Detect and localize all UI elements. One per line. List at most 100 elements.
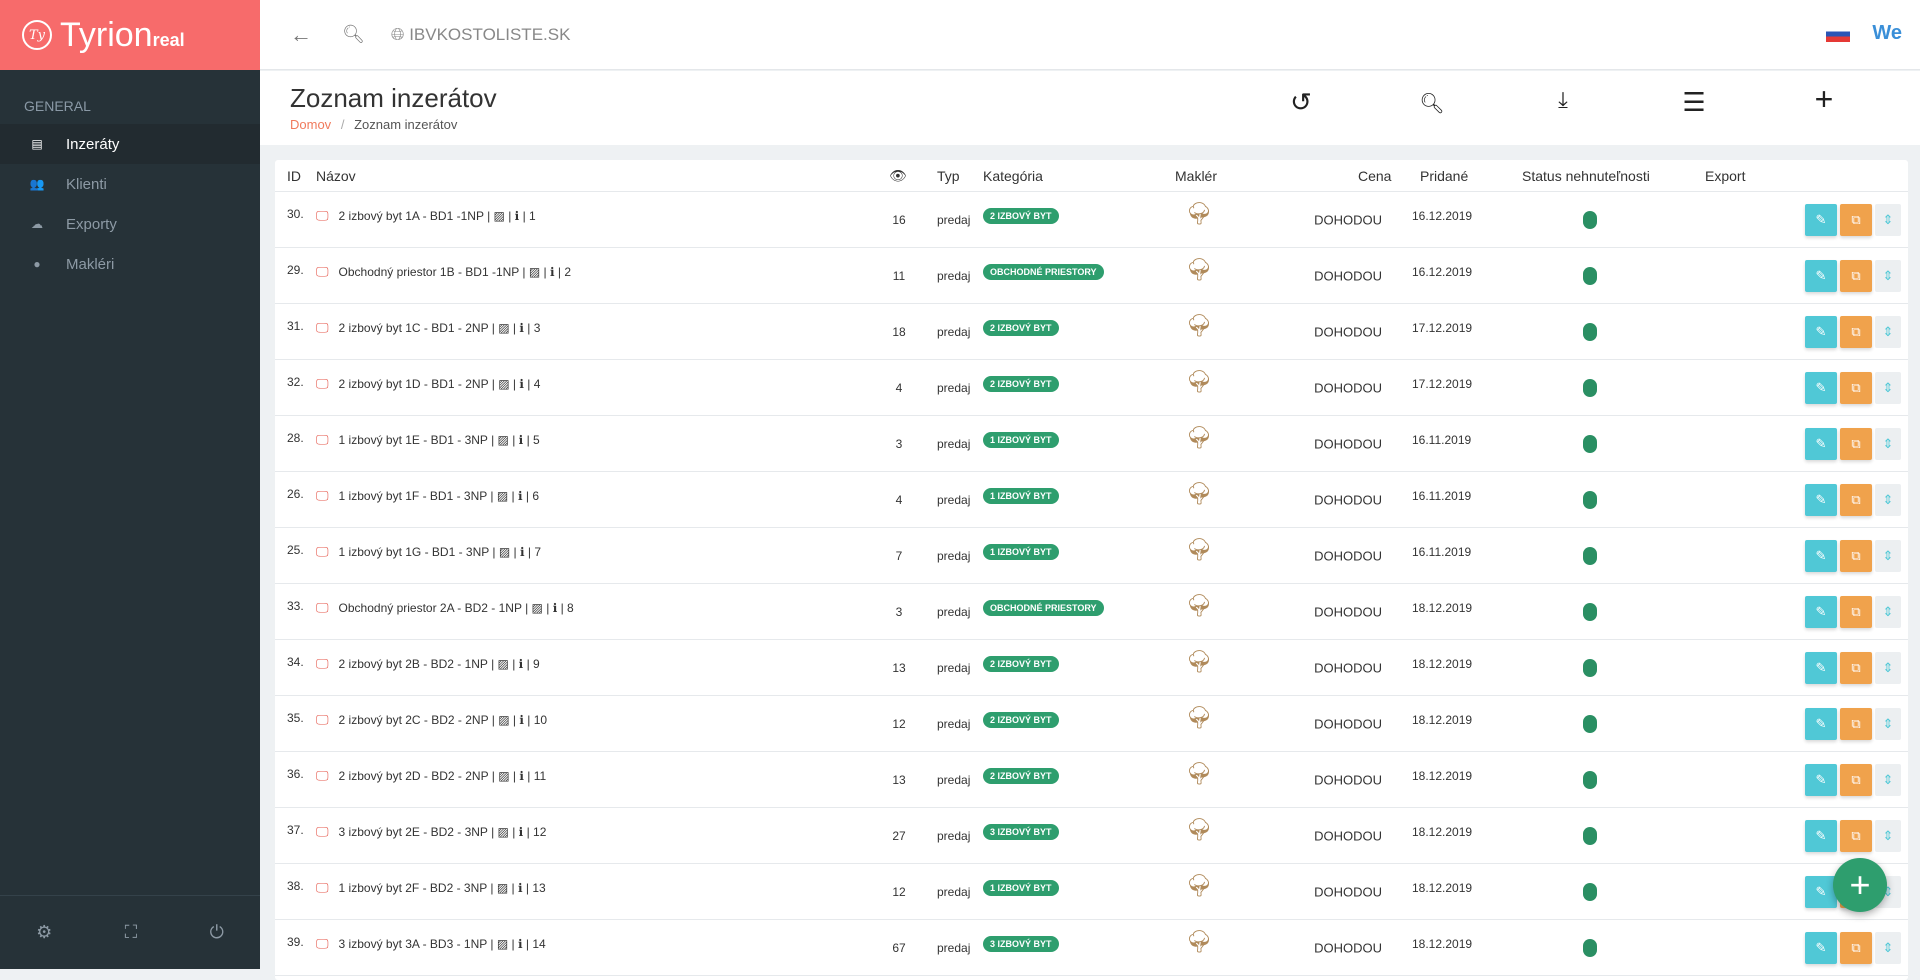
- reorder-handle[interactable]: ⇕: [1875, 371, 1901, 404]
- reorder-handle[interactable]: ⇕: [1875, 763, 1901, 796]
- add-floating-button[interactable]: +: [1833, 858, 1887, 912]
- image-icon[interactable]: ▨: [494, 209, 505, 223]
- reorder-handle[interactable]: ⇕: [1875, 259, 1901, 292]
- copy-button[interactable]: ⧉: [1840, 371, 1872, 404]
- copy-button[interactable]: ⧉: [1840, 483, 1872, 516]
- header-views-eye-icon[interactable]: 👁: [889, 168, 907, 185]
- copy-button[interactable]: ⧉: [1840, 203, 1872, 236]
- reorder-handle[interactable]: ⇕: [1875, 595, 1901, 628]
- reorder-handle[interactable]: ⇕: [1875, 427, 1901, 460]
- reorder-handle[interactable]: ⇕: [1875, 651, 1901, 684]
- reorder-handle[interactable]: ⇕: [1875, 707, 1901, 740]
- sidebar-item-inzeraty[interactable]: ▤ Inzeráty: [0, 124, 260, 164]
- agent-avatar-tree-icon[interactable]: 🌳︎: [1185, 817, 1213, 843]
- agent-avatar-tree-icon[interactable]: 🌳︎: [1185, 257, 1213, 283]
- edit-button[interactable]: ✎: [1805, 763, 1837, 796]
- edit-button[interactable]: ✎: [1805, 819, 1837, 852]
- header-status[interactable]: Status nehnuteľnosti: [1522, 168, 1650, 184]
- image-icon[interactable]: ▨: [498, 433, 509, 447]
- edit-button[interactable]: ✎: [1805, 595, 1837, 628]
- row-name[interactable]: 🖵︎ 3 izbový byt 3A - BD3 - 1NP | ▨ | ℹ | …: [316, 936, 546, 952]
- info-icon[interactable]: ℹ: [519, 321, 524, 335]
- header-name[interactable]: Názov: [316, 168, 356, 184]
- image-icon[interactable]: ▨: [498, 769, 509, 783]
- copy-button[interactable]: ⧉: [1840, 539, 1872, 572]
- copy-button[interactable]: ⧉: [1840, 931, 1872, 964]
- row-name[interactable]: 🖵︎ 1 izbový byt 1E - BD1 - 3NP | ▨ | ℹ | …: [316, 432, 540, 448]
- info-icon[interactable]: ℹ: [518, 489, 523, 503]
- info-icon[interactable]: ℹ: [520, 545, 525, 559]
- image-icon[interactable]: ▨: [498, 825, 509, 839]
- agent-avatar-tree-icon[interactable]: 🌳︎: [1185, 313, 1213, 339]
- copy-button[interactable]: ⧉: [1840, 595, 1872, 628]
- edit-button[interactable]: ✎: [1805, 875, 1837, 908]
- edit-button[interactable]: ✎: [1805, 651, 1837, 684]
- row-name[interactable]: 🖵︎ 2 izbový byt 2B - BD2 - 1NP | ▨ | ℹ | …: [316, 656, 540, 672]
- edit-button[interactable]: ✎: [1805, 315, 1837, 348]
- power-icon[interactable]: ⏻: [210, 922, 224, 943]
- edit-button[interactable]: ✎: [1805, 371, 1837, 404]
- header-category[interactable]: Kategória: [983, 168, 1043, 184]
- copy-button[interactable]: ⧉: [1840, 427, 1872, 460]
- agent-avatar-tree-icon[interactable]: 🌳︎: [1185, 929, 1213, 955]
- fullscreen-icon[interactable]: ⛶: [125, 922, 138, 943]
- agent-avatar-tree-icon[interactable]: 🌳︎: [1185, 761, 1213, 787]
- agent-avatar-tree-icon[interactable]: 🌳︎: [1185, 873, 1213, 899]
- row-name[interactable]: 🖵︎ 2 izbový byt 1C - BD1 - 2NP | ▨ | ℹ | …: [316, 320, 540, 336]
- copy-button[interactable]: ⧉: [1840, 651, 1872, 684]
- info-icon[interactable]: ℹ: [515, 209, 520, 223]
- image-icon[interactable]: ▨: [498, 377, 509, 391]
- breadcrumb-home[interactable]: Domov: [290, 117, 331, 132]
- row-name[interactable]: 🖵︎ 2 izbový byt 2D - BD2 - 2NP | ▨ | ℹ | …: [316, 768, 546, 784]
- agent-avatar-tree-icon[interactable]: 🌳︎: [1185, 425, 1213, 451]
- image-icon[interactable]: ▨: [498, 657, 509, 671]
- image-icon[interactable]: ▨: [499, 545, 510, 559]
- copy-button[interactable]: ⧉: [1840, 259, 1872, 292]
- image-icon[interactable]: ▨: [497, 881, 508, 895]
- row-name[interactable]: 🖵︎ 1 izbový byt 1F - BD1 - 3NP | ▨ | ℹ | …: [316, 488, 539, 504]
- agent-avatar-tree-icon[interactable]: 🌳︎: [1185, 369, 1213, 395]
- agent-avatar-tree-icon[interactable]: 🌳︎: [1185, 481, 1213, 507]
- edit-button[interactable]: ✎: [1805, 427, 1837, 460]
- search-icon[interactable]: 🔍︎: [1412, 91, 1452, 116]
- info-icon[interactable]: ℹ: [518, 881, 523, 895]
- info-icon[interactable]: ℹ: [518, 937, 523, 951]
- image-icon[interactable]: ▨: [498, 713, 509, 727]
- copy-button[interactable]: ⧉: [1840, 763, 1872, 796]
- sidebar-item-makleri[interactable]: ● Makléri: [0, 244, 260, 284]
- info-icon[interactable]: ℹ: [550, 265, 555, 279]
- sidebar-item-klienti[interactable]: 👥 Klienti: [0, 164, 260, 204]
- reorder-handle[interactable]: ⇕: [1875, 819, 1901, 852]
- row-name[interactable]: 🖵︎ 1 izbový byt 1G - BD1 - 3NP | ▨ | ℹ | …: [316, 544, 541, 560]
- list-icon[interactable]: ☰: [1674, 87, 1714, 118]
- edit-button[interactable]: ✎: [1805, 483, 1837, 516]
- copy-button[interactable]: ⧉: [1840, 819, 1872, 852]
- header-export[interactable]: Export: [1705, 168, 1745, 184]
- header-added[interactable]: Pridané: [1420, 168, 1468, 184]
- row-name[interactable]: 🖵︎ Obchodný priestor 2A - BD2 - 1NP | ▨ |…: [316, 600, 574, 616]
- row-name[interactable]: 🖵︎ 2 izbový byt 2C - BD2 - 2NP | ▨ | ℹ | …: [316, 712, 547, 728]
- image-icon[interactable]: ▨: [532, 601, 543, 615]
- row-name[interactable]: 🖵︎ 2 izbový byt 1D - BD1 - 2NP | ▨ | ℹ | …: [316, 376, 540, 392]
- user-avatar[interactable]: We: [1872, 22, 1902, 45]
- header-agent[interactable]: Maklér: [1175, 168, 1217, 184]
- header-type[interactable]: Typ: [937, 168, 960, 184]
- reorder-handle[interactable]: ⇕: [1875, 539, 1901, 572]
- row-name[interactable]: 🖵︎ 3 izbový byt 2E - BD2 - 3NP | ▨ | ℹ | …: [316, 824, 546, 840]
- reorder-handle[interactable]: ⇕: [1875, 931, 1901, 964]
- row-name[interactable]: 🖵︎ Obchodný priestor 1B - BD1 -1NP | ▨ | …: [316, 264, 571, 280]
- copy-button[interactable]: ⧉: [1840, 315, 1872, 348]
- agent-avatar-tree-icon[interactable]: 🌳︎: [1185, 593, 1213, 619]
- reorder-handle[interactable]: ⇕: [1875, 203, 1901, 236]
- edit-button[interactable]: ✎: [1805, 539, 1837, 572]
- row-name[interactable]: 🖵︎ 1 izbový byt 2F - BD2 - 3NP | ▨ | ℹ | …: [316, 880, 546, 896]
- edit-button[interactable]: ✎: [1805, 707, 1837, 740]
- copy-button[interactable]: ⧉: [1840, 707, 1872, 740]
- edit-button[interactable]: ✎: [1805, 203, 1837, 236]
- site-link[interactable]: 🌐︎ IBVKOSTOLISTE.SK: [391, 25, 571, 45]
- edit-button[interactable]: ✎: [1805, 259, 1837, 292]
- agent-avatar-tree-icon[interactable]: 🌳︎: [1185, 649, 1213, 675]
- agent-avatar-tree-icon[interactable]: 🌳︎: [1185, 705, 1213, 731]
- image-icon[interactable]: ▨: [498, 321, 509, 335]
- slovak-flag-icon[interactable]: [1826, 26, 1850, 42]
